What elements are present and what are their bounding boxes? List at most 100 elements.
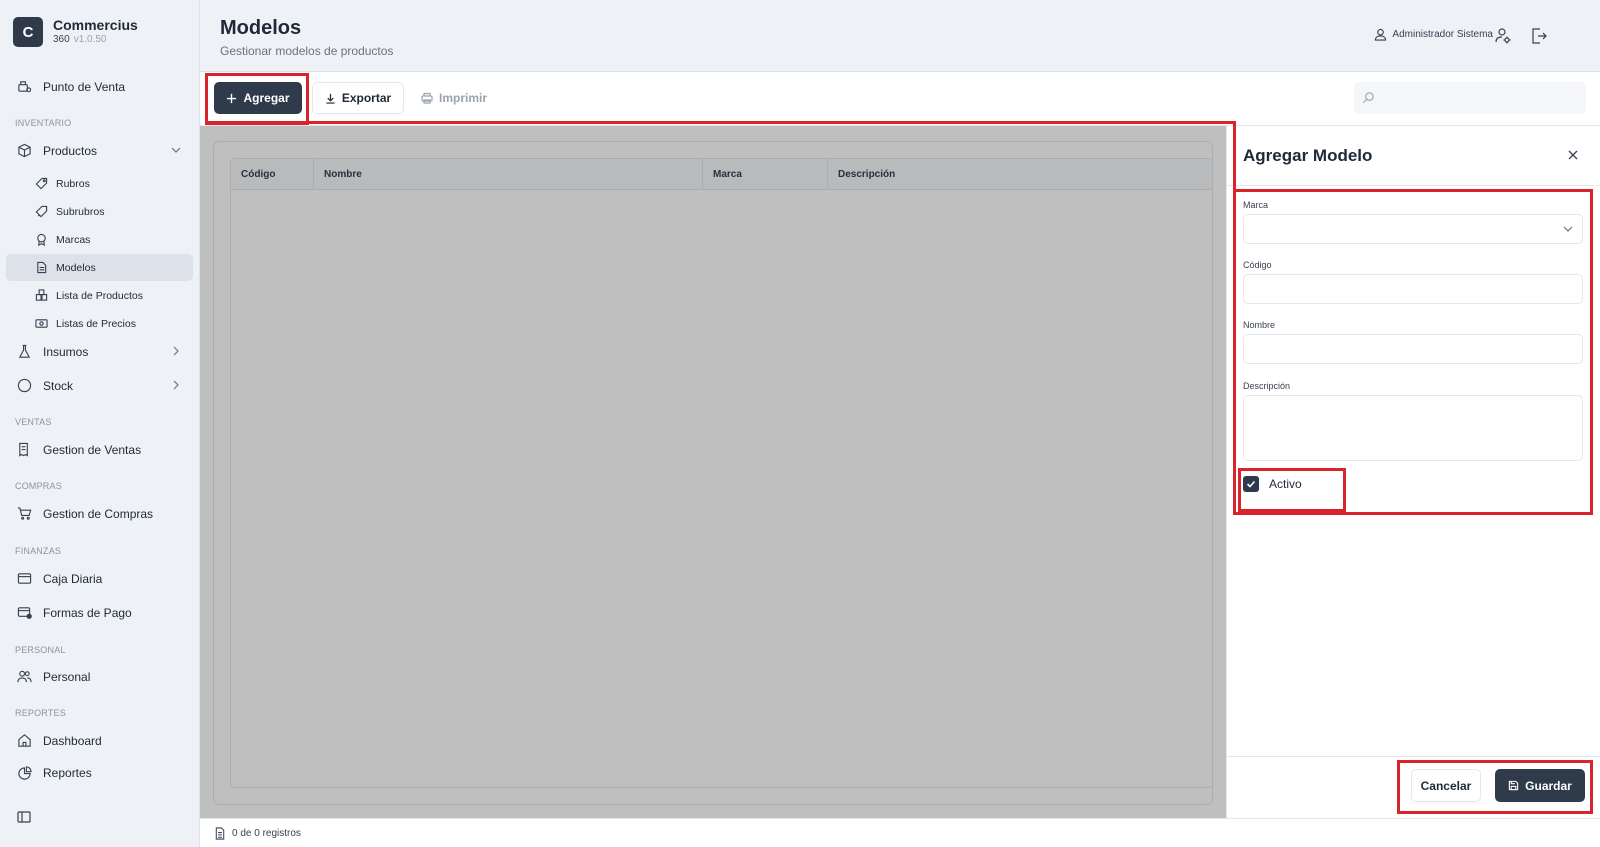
sidebar-item-label: Listas de Precios (56, 317, 136, 330)
sidebar-item-gestion-compras[interactable]: Gestion de Compras (6, 500, 193, 527)
marca-select[interactable] (1243, 214, 1583, 244)
brand-name: Commercius (53, 17, 138, 33)
section-finanzas: FINANZAS (15, 546, 62, 556)
sidebar-item-label: Gestion de Ventas (43, 442, 142, 457)
section-personal: PERSONAL (15, 645, 66, 655)
divider (1227, 185, 1600, 186)
descripcion-label: Descripción (1243, 381, 1291, 391)
tags-icon (34, 205, 48, 219)
footer: 0 de 0 registros (200, 818, 1600, 847)
chevron-right-icon (173, 380, 179, 390)
close-icon[interactable] (1566, 148, 1580, 162)
save-button[interactable]: Guardar (1495, 769, 1585, 802)
sidebar-item-insumos[interactable]: Insumos (6, 338, 193, 365)
print-button[interactable]: Imprimir (414, 82, 494, 114)
add-model-panel: Agregar Modelo Marca Código Nombre Descr… (1226, 126, 1600, 818)
page-title: Modelos (220, 17, 302, 39)
records-count: 0 de 0 registros (232, 827, 301, 839)
collapse-sidebar-icon[interactable] (17, 810, 31, 829)
sidebar-item-label: Marcas (56, 233, 91, 246)
sidebar-item-label: Subrubros (56, 205, 105, 218)
sidebar-item-personal[interactable]: Personal (6, 663, 193, 690)
logout-icon[interactable] (1530, 27, 1548, 45)
add-button-label: Agregar (243, 91, 290, 105)
brand[interactable]: C Commercius 360 v1.0.50 (13, 17, 138, 47)
add-button[interactable]: Agregar (214, 82, 302, 114)
badge-icon (34, 233, 48, 247)
boxes-icon (34, 289, 48, 303)
codigo-label: Código (1243, 260, 1272, 270)
save-button-label: Guardar (1525, 778, 1572, 793)
sidebar-item-punto-de-venta[interactable]: Punto de Venta (6, 73, 193, 100)
marca-label: Marca (1243, 200, 1269, 210)
sidebar-item-listas-precios[interactable]: Listas de Precios (6, 310, 193, 337)
register-icon (16, 79, 32, 95)
users-icon (16, 669, 32, 685)
sidebar-item-label: Productos (43, 143, 98, 158)
sidebar-item-label: Caja Diaria (43, 571, 103, 586)
activo-checkbox[interactable] (1243, 476, 1259, 492)
sidebar-item-label: Gestion de Compras (43, 506, 154, 521)
nombre-label: Nombre (1243, 320, 1276, 330)
check-icon (1246, 480, 1256, 488)
sidebar-item-productos[interactable]: Productos (6, 137, 193, 164)
plus-icon (227, 93, 237, 103)
sidebar-item-rubros[interactable]: Rubros (6, 170, 193, 197)
cancel-button[interactable]: Cancelar (1411, 769, 1481, 802)
brand-logo: C (13, 17, 43, 47)
nombre-input[interactable] (1243, 334, 1583, 364)
home-icon (16, 733, 32, 749)
sidebar: C Commercius 360 v1.0.50 Punto de Venta I… (0, 0, 200, 847)
divider (1227, 756, 1600, 757)
sidebar-item-gestion-ventas[interactable]: Gestion de Ventas (6, 436, 193, 463)
section-compras: COMPRAS (15, 481, 62, 491)
sidebar-item-reportes[interactable]: Reportes (6, 762, 193, 784)
sidebar-item-lista-productos[interactable]: Lista de Productos (6, 282, 193, 309)
panel-title: Agregar Modelo (1243, 146, 1373, 165)
user-menu[interactable]: Administrador Sistema (1374, 28, 1493, 41)
sidebar-item-caja-diaria[interactable]: Caja Diaria (6, 565, 193, 592)
search-input[interactable] (1354, 82, 1586, 114)
sidebar-item-formas-pago[interactable]: Formas de Pago (6, 599, 193, 626)
modal-backdrop[interactable] (200, 126, 1226, 818)
codigo-input[interactable] (1243, 274, 1583, 304)
activo-row[interactable]: Activo (1243, 476, 1302, 492)
section-ventas: VENTAS (15, 417, 52, 427)
brand-sub: 360 v1.0.50 (53, 33, 138, 47)
export-button[interactable]: Exportar (312, 82, 404, 114)
printer-icon (421, 92, 433, 104)
brand-version: v1.0.50 (73, 34, 107, 45)
chevron-right-icon (173, 346, 179, 356)
header: Modelos Gestionar modelos de productos A… (200, 0, 1600, 72)
sidebar-item-label: Formas de Pago (43, 605, 132, 620)
sidebar-item-subrubros[interactable]: Subrubros (6, 198, 193, 225)
credit-card-icon (16, 605, 32, 621)
export-button-label: Exportar (341, 91, 392, 105)
wallet-icon (16, 571, 32, 587)
sidebar-item-stock[interactable]: Stock (6, 372, 193, 399)
page-subtitle: Gestionar modelos de productos (220, 44, 394, 58)
descripcion-textarea[interactable] (1243, 395, 1583, 461)
tag-icon (34, 177, 48, 191)
sidebar-item-modelos[interactable]: Modelos (6, 254, 193, 281)
sidebar-item-label: Modelos (56, 261, 96, 274)
sidebar-item-label: Lista de Productos (56, 289, 143, 302)
document-icon (34, 261, 48, 275)
chevron-down-icon (1563, 226, 1573, 232)
receipt-icon (16, 442, 32, 458)
banknote-icon (34, 317, 48, 331)
sidebar-item-dashboard[interactable]: Dashboard (6, 727, 193, 754)
sidebar-item-label: Rubros (56, 177, 90, 190)
file-icon (215, 826, 225, 840)
sidebar-item-label: Stock (43, 378, 74, 393)
flask-icon (16, 344, 32, 360)
sidebar-item-label: Personal (43, 669, 91, 684)
sidebar-item-label: Dashboard (43, 733, 102, 748)
brand-edition: 360 (53, 34, 70, 45)
user-settings-icon[interactable] (1494, 27, 1512, 45)
sidebar-item-marcas[interactable]: Marcas (6, 226, 193, 253)
section-reportes: REPORTES (15, 708, 66, 718)
user-icon (1375, 28, 1387, 41)
box-icon (16, 143, 32, 159)
circle-icon (16, 378, 32, 394)
